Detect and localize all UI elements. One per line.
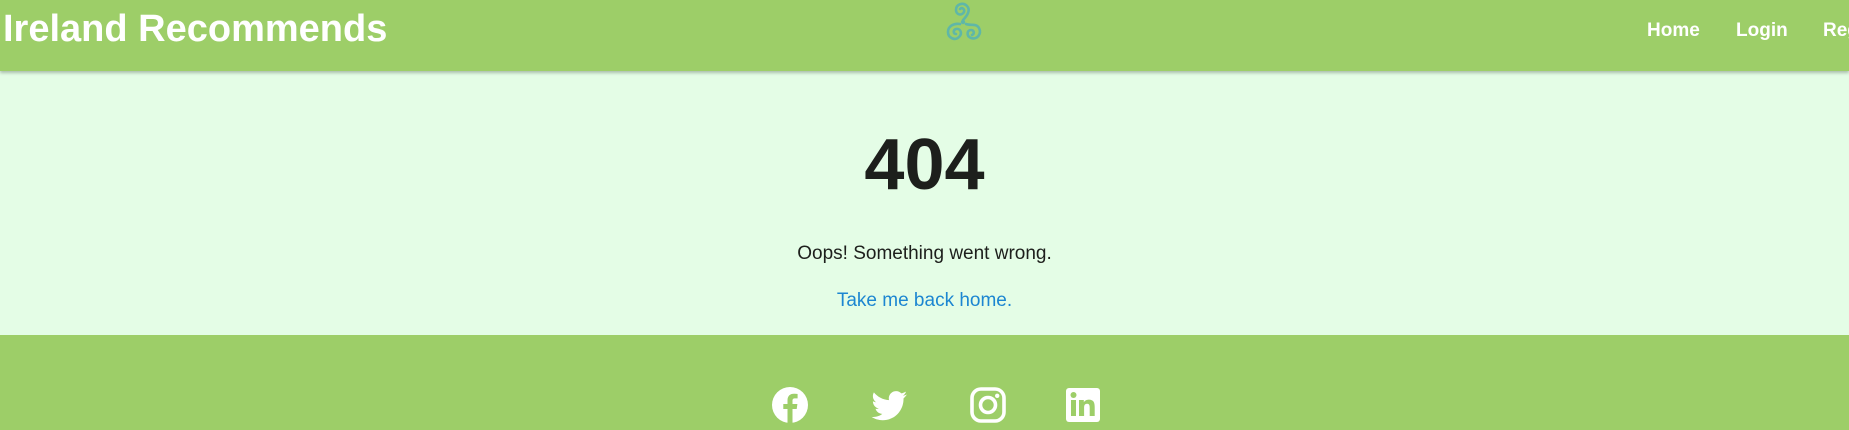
- nav-home-link[interactable]: Home: [1647, 19, 1700, 43]
- error-code: 404: [864, 125, 985, 205]
- instagram-icon[interactable]: [968, 385, 1008, 425]
- home-link-wrapper: Take me back home.: [0, 289, 1849, 313]
- nav-register-link[interactable]: Reg: [1823, 19, 1849, 43]
- back-home-link[interactable]: Take me back home.: [837, 290, 1012, 311]
- footer: [0, 335, 1849, 430]
- facebook-icon[interactable]: [770, 385, 810, 425]
- error-message: Oops! Something went wrong.: [797, 243, 1052, 264]
- linkedin-icon[interactable]: [1063, 385, 1103, 425]
- main-nav: Home Login Reg: [0, 19, 1849, 43]
- navbar: Ireland Recommends Home Login Reg: [0, 0, 1849, 71]
- twitter-icon[interactable]: [869, 385, 909, 425]
- error-content: 404 Oops! Something went wrong. Take me …: [0, 71, 1849, 335]
- nav-login-link[interactable]: Login: [1736, 19, 1788, 43]
